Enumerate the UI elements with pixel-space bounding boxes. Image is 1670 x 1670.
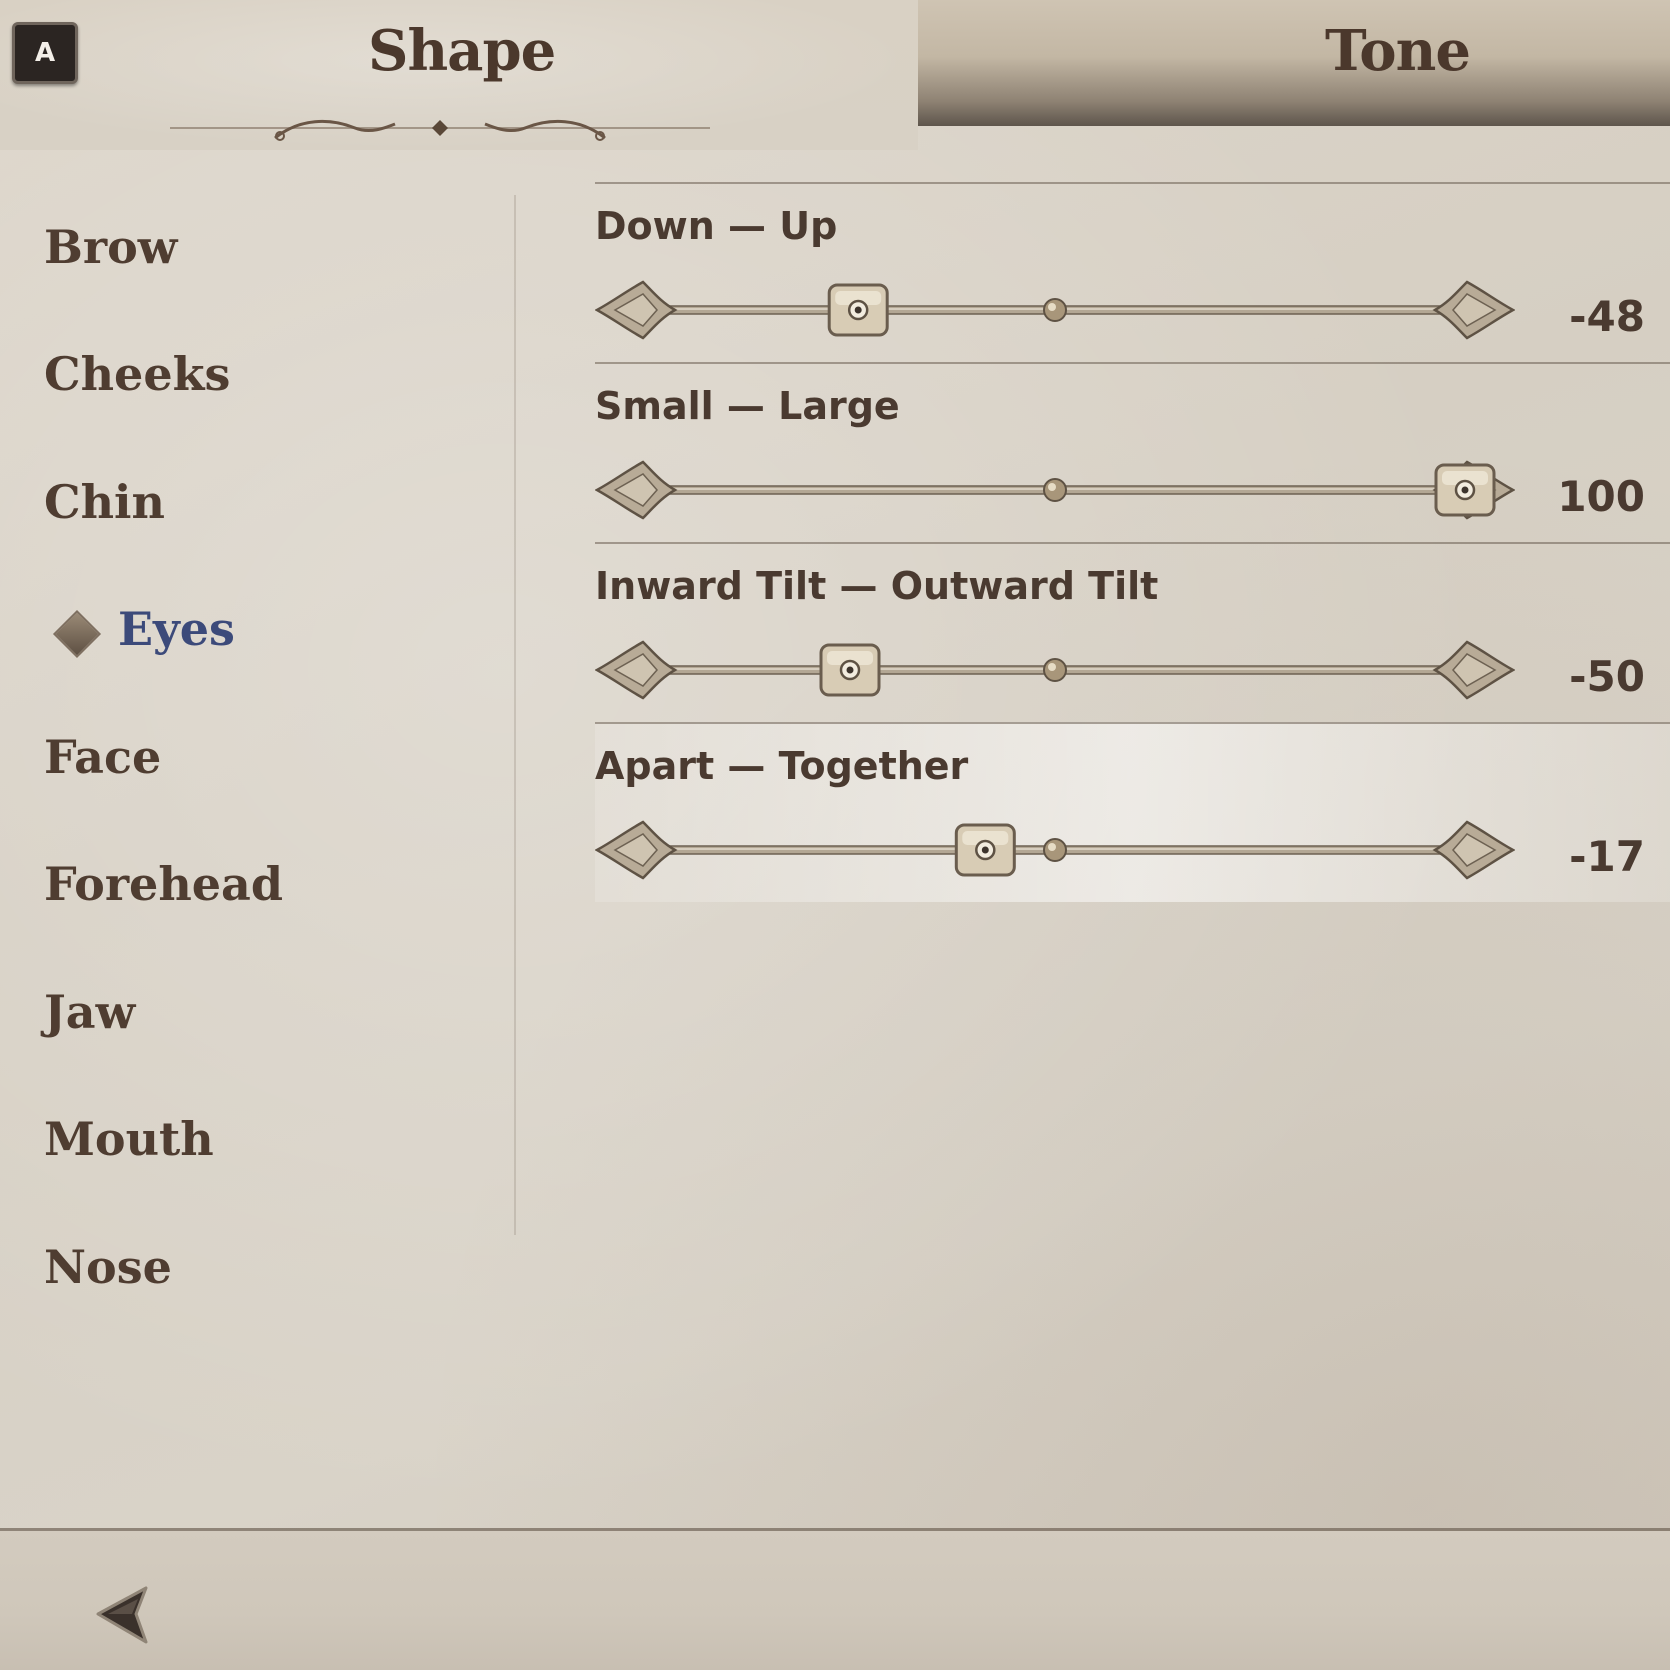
slider-center-marker-icon — [1043, 298, 1067, 322]
slider-handle-pupil — [1461, 486, 1469, 494]
slider-label: Small — Large — [595, 384, 900, 428]
a-key-hint-icon: A — [12, 22, 78, 84]
slider-list: Down — Up -48 Small — Large 100 Inward T… — [595, 182, 1670, 902]
slider-handle[interactable] — [954, 823, 1016, 877]
title-ornament-icon — [170, 119, 710, 141]
slider-track[interactable] — [595, 630, 1515, 710]
sidebar-item-cheeks[interactable]: Cheeks — [44, 347, 230, 401]
slider-row-down-up: Down — Up -48 — [595, 182, 1670, 362]
slider-value: -48 — [1569, 292, 1645, 341]
sidebar-item-mouth[interactable]: Mouth — [44, 1112, 214, 1166]
tab-tone[interactable]: Tone — [918, 0, 1670, 126]
row-divider — [595, 722, 1670, 724]
sidebar-item-jaw[interactable]: Jaw — [44, 985, 135, 1039]
slider-center-marker-shine — [1048, 303, 1056, 311]
sidebar-item-eyes[interactable]: Eyes — [118, 602, 235, 656]
slider-label: Apart — Together — [595, 744, 969, 788]
slider-center-marker-shine — [1048, 483, 1056, 491]
tab-tone-label: Tone — [1325, 18, 1471, 84]
slider-handle[interactable] — [819, 643, 881, 697]
row-divider — [595, 182, 1670, 184]
sidebar-item-brow[interactable]: Brow — [44, 220, 177, 274]
footer-bar — [0, 1531, 1670, 1670]
header-tabs: A Shape Tone — [0, 0, 1670, 160]
sidebar-item-nose[interactable]: Nose — [44, 1240, 172, 1294]
category-sidebar: Brow Cheeks Chin Eyes Face Forehead Jaw … — [0, 190, 515, 1320]
sidebar-item-chin[interactable]: Chin — [44, 475, 165, 529]
row-divider — [595, 542, 1670, 544]
tab-shape-label: Shape — [368, 18, 556, 84]
slider-handle[interactable] — [1434, 463, 1496, 517]
slider-track[interactable] — [595, 810, 1515, 890]
slider-center-marker-icon — [1043, 478, 1067, 502]
row-divider — [595, 362, 1670, 364]
slider-row-small-large: Small — Large 100 — [595, 362, 1670, 542]
slider-handle[interactable] — [827, 283, 889, 337]
back-arrow-icon[interactable] — [94, 1580, 164, 1650]
slider-center-marker-shine — [1048, 663, 1056, 671]
slider-row-apart-together: Apart — Together -17 — [595, 722, 1670, 902]
slider-row-inward-outward-tilt: Inward Tilt — Outward Tilt -50 — [595, 542, 1670, 722]
slider-handle-pupil — [981, 846, 989, 854]
slider-center-marker-icon — [1043, 658, 1067, 682]
sidebar-item-forehead[interactable]: Forehead — [44, 857, 283, 911]
slider-value: 100 — [1557, 472, 1645, 521]
slider-value: -50 — [1569, 652, 1645, 701]
slider-center-marker-shine — [1048, 843, 1056, 851]
slider-label: Inward Tilt — Outward Tilt — [595, 564, 1159, 608]
slider-track[interactable] — [595, 270, 1515, 350]
slider-center-marker-icon — [1043, 838, 1067, 862]
slider-handle-pupil — [854, 306, 862, 314]
sidebar-item-face[interactable]: Face — [44, 730, 161, 784]
slider-handle-pupil — [846, 666, 854, 674]
slider-label: Down — Up — [595, 204, 838, 248]
character-editor: A Shape Tone Brow Cheeks Chin Eyes Face … — [0, 0, 1670, 1670]
selected-diamond-icon — [52, 609, 102, 659]
slider-value: -17 — [1569, 832, 1645, 881]
tab-shape[interactable]: A Shape — [0, 0, 918, 150]
slider-track[interactable] — [595, 450, 1515, 530]
